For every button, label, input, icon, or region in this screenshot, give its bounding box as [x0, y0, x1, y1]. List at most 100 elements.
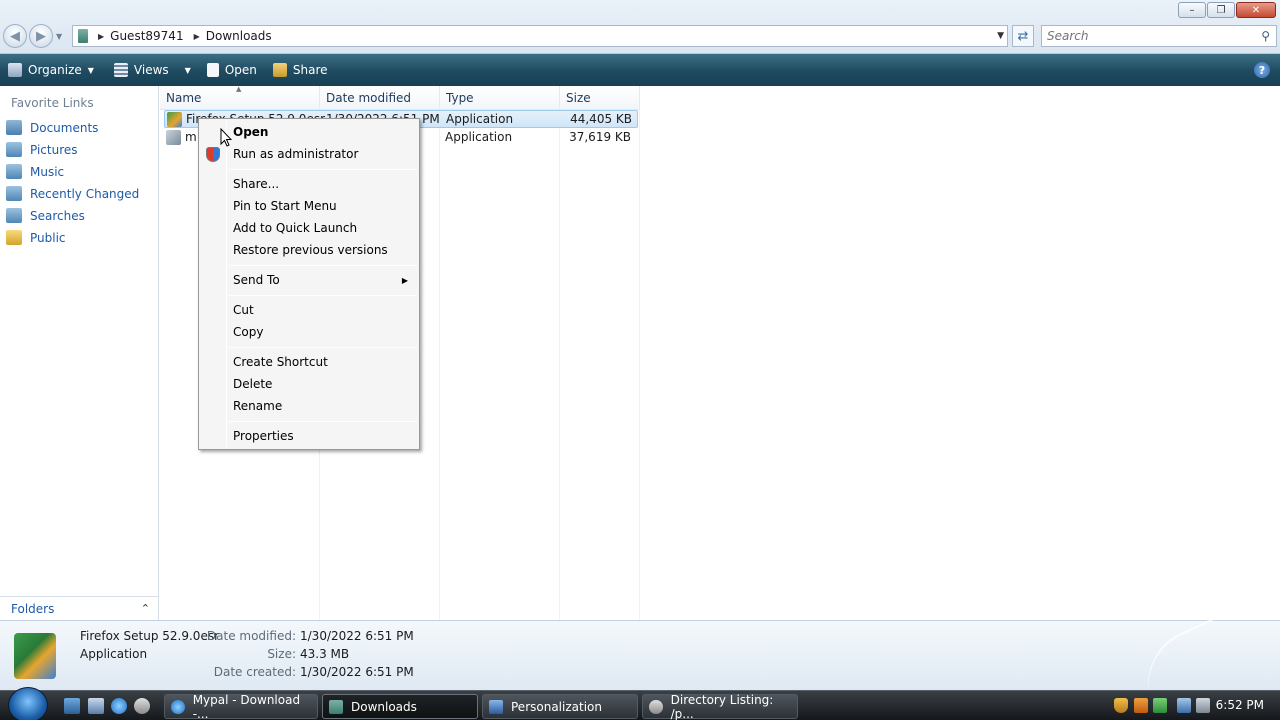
address-dropdown-icon[interactable]: ▼: [997, 31, 1004, 41]
menu-item-create-shortcut[interactable]: Create Shortcut: [201, 351, 417, 373]
file-size: 44,405 KB: [570, 112, 632, 126]
tray-app-icon[interactable]: [1134, 698, 1148, 713]
search-icon[interactable]: ⚲: [1261, 29, 1270, 43]
taskbar-button-personalization[interactable]: Personalization: [482, 694, 638, 719]
file-type: Application: [445, 130, 513, 144]
start-button[interactable]: [8, 687, 48, 720]
recent-pages-dropdown[interactable]: ▼: [56, 32, 62, 41]
link-label: Recently Changed: [30, 186, 140, 201]
link-label: Documents: [30, 120, 99, 135]
show-desktop-icon[interactable]: [64, 698, 80, 714]
breadcrumb-arrow-icon[interactable]: ▶: [194, 32, 200, 41]
menu-separator: [229, 347, 417, 348]
address-bar[interactable]: ▶ Guest89741 ▶ Downloads ▼: [72, 25, 1008, 47]
column-type[interactable]: Type: [440, 86, 560, 110]
folder-icon: [78, 29, 88, 43]
menu-item-label: Open: [233, 125, 269, 139]
menu-item-restore-versions[interactable]: Restore previous versions: [201, 239, 417, 261]
help-icon[interactable]: ?: [1254, 62, 1270, 78]
column-size[interactable]: Size: [560, 86, 640, 110]
menu-item-pin-start[interactable]: Pin to Start Menu: [201, 195, 417, 217]
file-name: m: [185, 130, 197, 144]
internet-explorer-icon[interactable]: [111, 698, 127, 714]
forward-button[interactable]: ▶: [29, 24, 53, 48]
breadcrumb-downloads[interactable]: Downloads: [206, 29, 272, 43]
menu-item-properties[interactable]: Properties: [201, 425, 417, 447]
menu-item-label: Share...: [233, 177, 280, 191]
maximize-button[interactable]: ❐: [1207, 2, 1235, 18]
taskbar-button-label: Directory Listing: /p...: [670, 692, 774, 720]
installer-icon: [167, 112, 182, 127]
views-icon: [113, 63, 128, 77]
column-date-modified[interactable]: Date modified: [320, 86, 440, 110]
search-box: ⚲: [1041, 25, 1277, 47]
window-controls: – ❐ ✕: [1177, 2, 1276, 18]
link-searches[interactable]: Searches: [6, 208, 85, 223]
link-label: Pictures: [30, 142, 78, 157]
link-public[interactable]: Public: [6, 230, 66, 245]
back-button[interactable]: ◀: [3, 24, 27, 48]
link-music[interactable]: Music: [6, 164, 64, 179]
breadcrumb-arrow-icon[interactable]: ▶: [98, 32, 104, 41]
views-button[interactable]: Views ▼: [106, 54, 199, 86]
menu-item-send-to[interactable]: Send To ▶: [201, 269, 417, 291]
folders-toggle[interactable]: Folders ⌃: [0, 596, 158, 620]
menu-separator: [229, 169, 417, 170]
menu-item-label: Restore previous versions: [233, 243, 388, 257]
details-date-modified: 1/30/2022 6:51 PM: [300, 629, 414, 643]
switch-windows-icon[interactable]: [88, 698, 104, 714]
sort-ascending-icon: ▲: [236, 85, 242, 93]
column-type-label: Type: [446, 91, 474, 105]
organize-label: Organize: [28, 63, 82, 77]
taskbar-button-label: Personalization: [511, 699, 602, 714]
link-pictures[interactable]: Pictures: [6, 142, 78, 157]
share-icon: [272, 63, 287, 77]
taskbar-button-directory-listing[interactable]: Directory Listing: /p...: [642, 692, 798, 720]
file-type: Application: [446, 112, 514, 126]
share-button[interactable]: Share: [265, 54, 336, 86]
column-name[interactable]: Name ▲: [160, 85, 320, 110]
open-button[interactable]: Open: [199, 54, 265, 86]
mouse-cursor-icon: [220, 128, 232, 147]
security-shield-icon[interactable]: [1114, 698, 1128, 713]
navigation-buttons: ◀ ▶ ▼: [3, 24, 62, 48]
details-date-created: 1/30/2022 6:51 PM: [300, 665, 414, 679]
menu-item-rename[interactable]: Rename: [201, 395, 417, 417]
column-divider: [439, 110, 440, 620]
browser-icon[interactable]: [134, 698, 150, 714]
menu-item-copy[interactable]: Copy: [201, 321, 417, 343]
organize-button[interactable]: Organize ▼: [0, 54, 102, 86]
volume-muted-icon[interactable]: [1196, 698, 1210, 713]
menu-item-label: Add to Quick Launch: [233, 221, 358, 235]
menu-item-delete[interactable]: Delete: [201, 373, 417, 395]
taskbar-button-mypal[interactable]: Mypal - Download -...: [164, 693, 318, 720]
minimize-button[interactable]: –: [1178, 2, 1206, 18]
menu-item-open[interactable]: Open: [201, 121, 417, 143]
refresh-button[interactable]: ⇄: [1012, 25, 1034, 47]
taskbar-clock[interactable]: 6:52 PM: [1216, 698, 1264, 712]
menu-item-label: Rename: [233, 399, 283, 413]
menu-item-run-as-admin[interactable]: Run as administrator: [201, 143, 417, 165]
tray-update-icon[interactable]: [1153, 698, 1167, 713]
network-icon[interactable]: [1177, 698, 1191, 713]
chevron-down-icon: ▼: [184, 65, 191, 75]
file-size: 37,619 KB: [569, 130, 631, 144]
taskbar-button-downloads[interactable]: Downloads: [322, 694, 478, 719]
menu-separator: [229, 265, 417, 266]
menu-item-share[interactable]: Share...: [201, 173, 417, 195]
breadcrumb-user[interactable]: Guest89741: [110, 29, 183, 43]
link-recently-changed[interactable]: Recently Changed: [6, 186, 139, 201]
menu-item-label: Run as administrator: [233, 147, 359, 161]
refresh-icon: ⇄: [1017, 28, 1029, 44]
column-divider: [559, 110, 560, 620]
menu-item-cut[interactable]: Cut: [201, 299, 417, 321]
menu-item-add-quick-launch[interactable]: Add to Quick Launch: [201, 217, 417, 239]
link-documents[interactable]: Documents: [6, 120, 98, 135]
close-button[interactable]: ✕: [1236, 2, 1276, 18]
public-folder-icon: [6, 230, 22, 245]
mypal-icon: [171, 699, 185, 714]
taskbar: Mypal - Download -... Downloads Personal…: [0, 687, 1280, 720]
pictures-icon: [6, 142, 22, 157]
search-input[interactable]: [1047, 29, 1247, 43]
menu-item-label: Send To: [233, 273, 280, 287]
